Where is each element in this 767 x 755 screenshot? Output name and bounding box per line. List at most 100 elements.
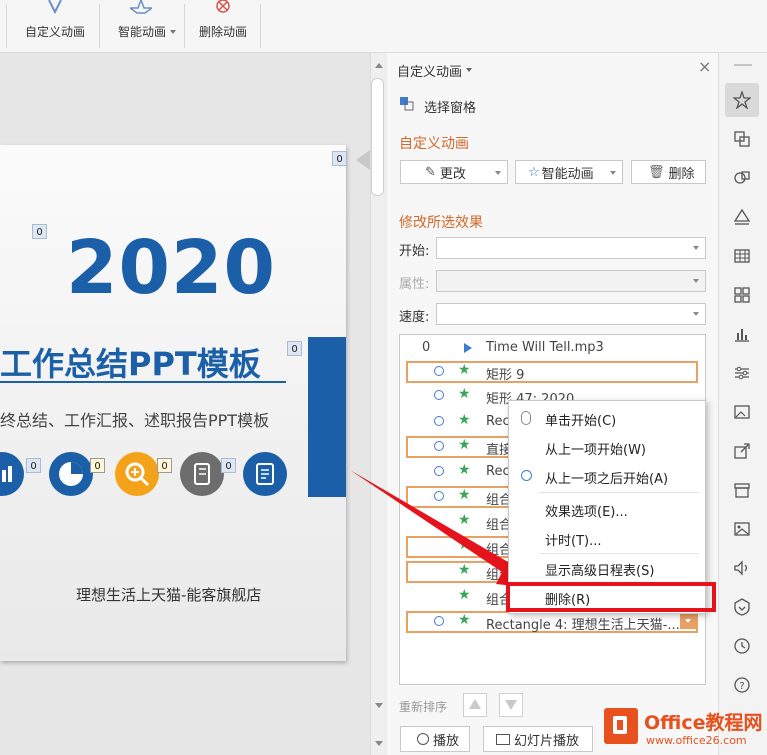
sliders-icon[interactable] — [733, 364, 751, 382]
animation-tag[interactable]: 0 — [32, 224, 47, 239]
help-icon[interactable]: ? — [733, 676, 751, 694]
toolbar-separator — [184, 4, 185, 48]
delete-animation-button[interactable]: 删除动画 — [190, 0, 256, 52]
shapes-icon[interactable] — [733, 169, 751, 187]
animation-tag[interactable]: 0 — [287, 341, 302, 356]
menu-item-label: 单击开始(C) — [545, 414, 617, 429]
menu-item-label: 效果选项(E)... — [545, 505, 628, 520]
smart-animation-icon — [130, 0, 152, 14]
history-icon[interactable] — [733, 637, 751, 655]
slide-shop-text[interactable]: 理想生活上天猫-能客旗舰店 — [76, 584, 261, 605]
start-select[interactable] — [436, 237, 706, 259]
table-icon[interactable] — [733, 247, 751, 265]
speaker-icon[interactable] — [733, 559, 751, 577]
pane-title[interactable]: 自定义动画 — [397, 61, 462, 80]
play-icon — [417, 733, 429, 745]
slide[interactable]: 2020 工作总结PPT模板 终总结、工作汇报、述职报告PPT模板 理想生活上天… — [0, 145, 346, 661]
list-item[interactable]: ★ Rectangle 4: 理想生活上天猫-... — [406, 611, 698, 633]
smart-animation-pane-button[interactable]: ☆ 智能动画 — [515, 160, 623, 184]
star-icon: ★ — [458, 437, 471, 453]
slideshow-icon — [496, 733, 510, 745]
start-label: 开始: — [399, 244, 430, 259]
chevron-down-icon — [610, 171, 616, 175]
section-modify-effect: 修改所选效果 — [399, 215, 483, 231]
list-item[interactable]: ★ 直接 — [406, 436, 512, 458]
pie-chart-icon[interactable] — [49, 452, 93, 496]
item-text: Time Will Tell.mp3 — [486, 340, 604, 355]
section-custom-animation: 自定义动画 — [399, 136, 469, 152]
speed-select[interactable] — [436, 303, 706, 325]
transition-icon[interactable] — [733, 130, 751, 148]
menu-item-label: 计时(T)... — [545, 534, 602, 549]
star-icon: ★ — [458, 362, 471, 378]
animation-tag[interactable]: 0 — [332, 151, 347, 166]
chevron-down-icon — [685, 619, 691, 623]
move-up-button[interactable] — [463, 693, 487, 717]
toolbar-separator — [99, 4, 100, 48]
clock-icon — [434, 616, 444, 626]
document-icon[interactable] — [243, 452, 287, 496]
image-icon[interactable] — [733, 520, 751, 538]
clock-icon — [434, 441, 444, 451]
grid-icon[interactable] — [733, 286, 751, 304]
toolbar-separator — [260, 4, 261, 48]
slide-title[interactable]: 工作总结PPT模板 — [0, 339, 261, 385]
item-dropdown-button[interactable] — [680, 613, 696, 629]
list-item[interactable]: ★ 矩形 9 — [406, 361, 698, 383]
menu-item-effect-options[interactable]: 效果选项(E)... — [509, 495, 705, 523]
clock-icon — [434, 390, 444, 400]
chart-bar-icon[interactable] — [0, 452, 24, 496]
menu-item-label: 从上一项之后开始(A) — [545, 472, 669, 487]
sidebar-grip — [734, 64, 752, 66]
notebook-icon[interactable] — [180, 452, 224, 496]
change-button[interactable]: ✎ 更改 — [400, 160, 508, 184]
move-down-button[interactable] — [499, 693, 523, 717]
scroll-up-icon[interactable] — [375, 63, 383, 68]
menu-item-label: 显示高级日程表(S) — [545, 564, 655, 579]
smart-animation-label: 智能动画 — [117, 25, 166, 39]
delete-highlight-box — [506, 582, 716, 612]
menu-item-after-previous[interactable]: 从上一项之后开始(A) — [509, 462, 705, 490]
animation-tag[interactable]: 0 — [221, 458, 236, 473]
picture-icon[interactable] — [733, 403, 751, 421]
select-pane-link[interactable]: 选择窗格 — [424, 97, 476, 116]
share-icon[interactable] — [733, 442, 751, 460]
magnifier-icon[interactable] — [115, 452, 159, 496]
smart-animation-button[interactable]: 智能动画 — [104, 0, 180, 52]
menu-item-label: 从上一项开始(W) — [545, 443, 646, 458]
menu-item-click-start[interactable]: 单击开始(C) — [509, 404, 705, 432]
menu-item-advanced-timeline[interactable]: 显示高级日程表(S) — [509, 554, 705, 582]
custom-animation-button[interactable]: 自定义动画 — [14, 0, 96, 52]
chart-icon[interactable] — [733, 325, 751, 343]
menu-item-with-previous[interactable]: 从上一项开始(W) — [509, 433, 705, 461]
property-label: 属性: — [399, 277, 430, 292]
star-animation-icon[interactable] — [733, 91, 751, 109]
play-button[interactable]: 播放 — [400, 726, 470, 752]
item-text: Rec — [486, 414, 510, 429]
menu-item-timing[interactable]: 计时(T)... — [509, 524, 705, 552]
slide-year[interactable]: 2020 — [66, 225, 276, 311]
scroll-down-icon[interactable] — [375, 703, 383, 708]
chevron-down-icon — [170, 30, 176, 34]
list-item[interactable]: 0 Time Will Tell.mp3 — [400, 337, 705, 359]
archive-icon[interactable] — [733, 481, 751, 499]
chevron-down-icon[interactable] — [466, 68, 472, 72]
select-pane-icon[interactable] — [399, 96, 415, 112]
slideshow-button[interactable]: 幻灯片播放 — [483, 726, 593, 752]
delete-button[interactable]: 🗑 删除 — [631, 160, 706, 184]
scrollbar-thumb[interactable] — [371, 78, 384, 196]
animation-tag[interactable]: 0 — [90, 458, 105, 473]
delete-label: 删除 — [668, 166, 695, 182]
animation-tag[interactable]: 0 — [157, 458, 172, 473]
scroll-down-icon[interactable] — [375, 741, 383, 746]
clock-icon — [434, 366, 444, 376]
shield-icon[interactable] — [733, 598, 751, 616]
star-icon: ★ — [458, 412, 471, 428]
speed-label: 速度: — [399, 310, 430, 325]
toolbar-separator — [6, 4, 7, 48]
item-text: 矩形 9 — [486, 368, 525, 383]
close-icon[interactable]: × — [698, 59, 712, 75]
animation-tag[interactable]: 0 — [26, 458, 41, 473]
layers-icon[interactable] — [733, 208, 751, 226]
slide-subtitle[interactable]: 终总结、工作汇报、述职报告PPT模板 — [0, 407, 269, 431]
